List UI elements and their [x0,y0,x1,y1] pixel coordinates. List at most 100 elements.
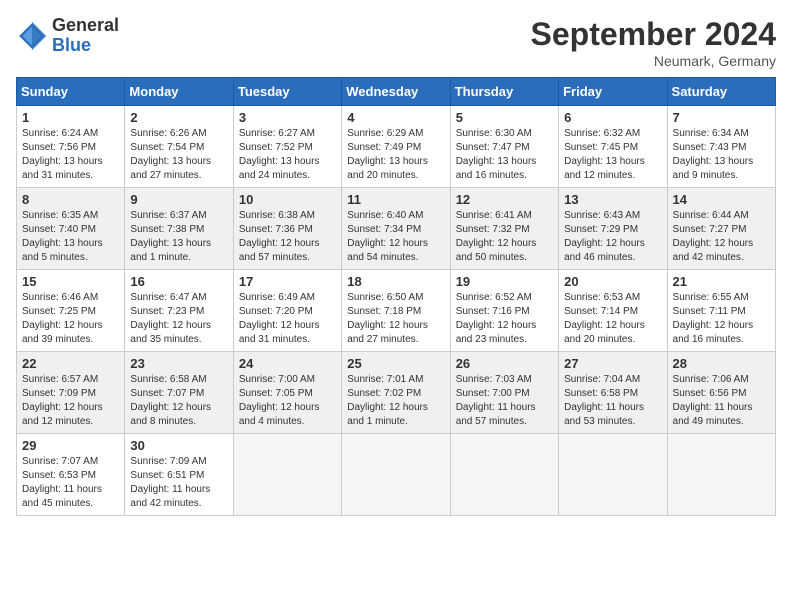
calendar-day: 7 Sunrise: 6:34 AM Sunset: 7:43 PM Daylig… [667,106,775,188]
day-number: 5 [456,110,553,125]
calendar-day: 22Sunrise: 6:57 AM Sunset: 7:09 PM Dayli… [17,352,125,434]
calendar-day: 23 Sunrise: 6:58 AM Sunset: 7:07 PM Dayli… [125,352,233,434]
calendar-day: 27 Sunrise: 7:04 AM Sunset: 6:58 PM Dayli… [559,352,667,434]
day-info: Sunrise: 6:52 AM Sunset: 7:16 PM Dayligh… [456,291,553,347]
day-number: 8 [22,192,119,207]
day-number: 13 [564,192,661,207]
column-header-sunday: Sunday [17,78,125,106]
calendar-day: 26Sunrise: 7:03 AM Sunset: 7:00 PM Dayli… [450,352,558,434]
day-number: 20 [564,274,661,289]
calendar-week-4: 22Sunrise: 6:57 AM Sunset: 7:09 PM Dayli… [17,352,776,434]
calendar-day: 18Sunrise: 6:50 AM Sunset: 7:18 PM Dayli… [342,270,450,352]
calendar-day: 25 Sunrise: 7:01 AM Sunset: 7:02 PM Dayli… [342,352,450,434]
logo-icon [16,20,48,52]
day-number: 16 [130,274,227,289]
calendar-day: 13 Sunrise: 6:43 AM Sunset: 7:29 PM Dayli… [559,188,667,270]
day-info: Sunrise: 6:43 AM Sunset: 7:29 PM Dayligh… [564,209,661,265]
calendar-day [667,434,775,516]
calendar-day: 2 Sunrise: 6:26 AM Sunset: 7:54 PM Daylig… [125,106,233,188]
day-number: 7 [673,110,770,125]
calendar-week-1: 1Sunrise: 6:24 AM Sunset: 7:56 PM Daylig… [17,106,776,188]
day-number: 17 [239,274,336,289]
day-info: Sunrise: 6:34 AM Sunset: 7:43 PM Dayligh… [673,127,770,183]
calendar-day: 9Sunrise: 6:37 AM Sunset: 7:38 PM Daylig… [125,188,233,270]
calendar-day: 3 Sunrise: 6:27 AM Sunset: 7:52 PM Daylig… [233,106,341,188]
column-header-monday: Monday [125,78,233,106]
calendar-week-5: 29 Sunrise: 7:07 AM Sunset: 6:53 PM Dayli… [17,434,776,516]
day-number: 15 [22,274,119,289]
day-info: Sunrise: 6:49 AM Sunset: 7:20 PM Dayligh… [239,291,336,347]
day-info: Sunrise: 6:46 AM Sunset: 7:25 PM Dayligh… [22,291,119,347]
calendar-day [342,434,450,516]
day-number: 2 [130,110,227,125]
calendar-day: 4 Sunrise: 6:29 AM Sunset: 7:49 PM Daylig… [342,106,450,188]
day-info: Sunrise: 7:03 AM Sunset: 7:00 PM Dayligh… [456,373,553,429]
calendar-day: 15 Sunrise: 6:46 AM Sunset: 7:25 PM Dayli… [17,270,125,352]
day-info: Sunrise: 7:06 AM Sunset: 6:56 PM Dayligh… [673,373,770,429]
day-info: Sunrise: 7:04 AM Sunset: 6:58 PM Dayligh… [564,373,661,429]
calendar-day: 11Sunrise: 6:40 AM Sunset: 7:34 PM Dayli… [342,188,450,270]
calendar-day: 12Sunrise: 6:41 AM Sunset: 7:32 PM Dayli… [450,188,558,270]
day-info: Sunrise: 6:32 AM Sunset: 7:45 PM Dayligh… [564,127,661,183]
day-number: 12 [456,192,553,207]
calendar-day [233,434,341,516]
day-info: Sunrise: 6:27 AM Sunset: 7:52 PM Dayligh… [239,127,336,183]
column-header-friday: Friday [559,78,667,106]
calendar-day: 10Sunrise: 6:38 AM Sunset: 7:36 PM Dayli… [233,188,341,270]
day-info: Sunrise: 6:47 AM Sunset: 7:23 PM Dayligh… [130,291,227,347]
calendar-week-2: 8 Sunrise: 6:35 AM Sunset: 7:40 PM Daylig… [17,188,776,270]
column-header-saturday: Saturday [667,78,775,106]
day-number: 28 [673,356,770,371]
day-number: 14 [673,192,770,207]
calendar-day: 6 Sunrise: 6:32 AM Sunset: 7:45 PM Daylig… [559,106,667,188]
day-info: Sunrise: 7:09 AM Sunset: 6:51 PM Dayligh… [130,455,227,511]
day-number: 24 [239,356,336,371]
day-number: 23 [130,356,227,371]
column-header-thursday: Thursday [450,78,558,106]
title-block: September 2024 Neumark, Germany [531,16,776,69]
day-info: Sunrise: 6:53 AM Sunset: 7:14 PM Dayligh… [564,291,661,347]
day-info: Sunrise: 7:01 AM Sunset: 7:02 PM Dayligh… [347,373,444,429]
day-number: 1 [22,110,119,125]
calendar-day: 29 Sunrise: 7:07 AM Sunset: 6:53 PM Dayli… [17,434,125,516]
calendar-day: 8 Sunrise: 6:35 AM Sunset: 7:40 PM Daylig… [17,188,125,270]
day-number: 30 [130,438,227,453]
page-header: General Blue September 2024 Neumark, Ger… [16,16,776,69]
day-number: 10 [239,192,336,207]
day-info: Sunrise: 6:44 AM Sunset: 7:27 PM Dayligh… [673,209,770,265]
calendar-day: 19 Sunrise: 6:52 AM Sunset: 7:16 PM Dayli… [450,270,558,352]
calendar-day [450,434,558,516]
day-info: Sunrise: 6:29 AM Sunset: 7:49 PM Dayligh… [347,127,444,183]
day-info: Sunrise: 7:00 AM Sunset: 7:05 PM Dayligh… [239,373,336,429]
day-number: 3 [239,110,336,125]
day-info: Sunrise: 6:40 AM Sunset: 7:34 PM Dayligh… [347,209,444,265]
day-info: Sunrise: 7:07 AM Sunset: 6:53 PM Dayligh… [22,455,119,511]
day-number: 29 [22,438,119,453]
day-info: Sunrise: 6:55 AM Sunset: 7:11 PM Dayligh… [673,291,770,347]
calendar-day: 30 Sunrise: 7:09 AM Sunset: 6:51 PM Dayli… [125,434,233,516]
calendar-week-3: 15 Sunrise: 6:46 AM Sunset: 7:25 PM Dayli… [17,270,776,352]
day-number: 4 [347,110,444,125]
day-number: 27 [564,356,661,371]
calendar-day: 28 Sunrise: 7:06 AM Sunset: 6:56 PM Dayli… [667,352,775,434]
day-number: 25 [347,356,444,371]
calendar-header-row: SundayMondayTuesdayWednesdayThursdayFrid… [17,78,776,106]
day-number: 21 [673,274,770,289]
column-header-wednesday: Wednesday [342,78,450,106]
calendar-day: 16 Sunrise: 6:47 AM Sunset: 7:23 PM Dayli… [125,270,233,352]
calendar-day [559,434,667,516]
calendar-day: 17 Sunrise: 6:49 AM Sunset: 7:20 PM Dayli… [233,270,341,352]
day-info: Sunrise: 6:35 AM Sunset: 7:40 PM Dayligh… [22,209,119,265]
day-info: Sunrise: 6:57 AM Sunset: 7:09 PM Dayligh… [22,373,119,429]
day-info: Sunrise: 6:58 AM Sunset: 7:07 PM Dayligh… [130,373,227,429]
day-info: Sunrise: 6:26 AM Sunset: 7:54 PM Dayligh… [130,127,227,183]
calendar-day: 5Sunrise: 6:30 AM Sunset: 7:47 PM Daylig… [450,106,558,188]
day-number: 6 [564,110,661,125]
calendar-day: 1Sunrise: 6:24 AM Sunset: 7:56 PM Daylig… [17,106,125,188]
day-number: 19 [456,274,553,289]
calendar-table: SundayMondayTuesdayWednesdayThursdayFrid… [16,77,776,516]
logo-blue: Blue [52,35,91,55]
location: Neumark, Germany [531,53,776,69]
logo-general: General [52,15,119,35]
calendar-day: 21 Sunrise: 6:55 AM Sunset: 7:11 PM Dayli… [667,270,775,352]
